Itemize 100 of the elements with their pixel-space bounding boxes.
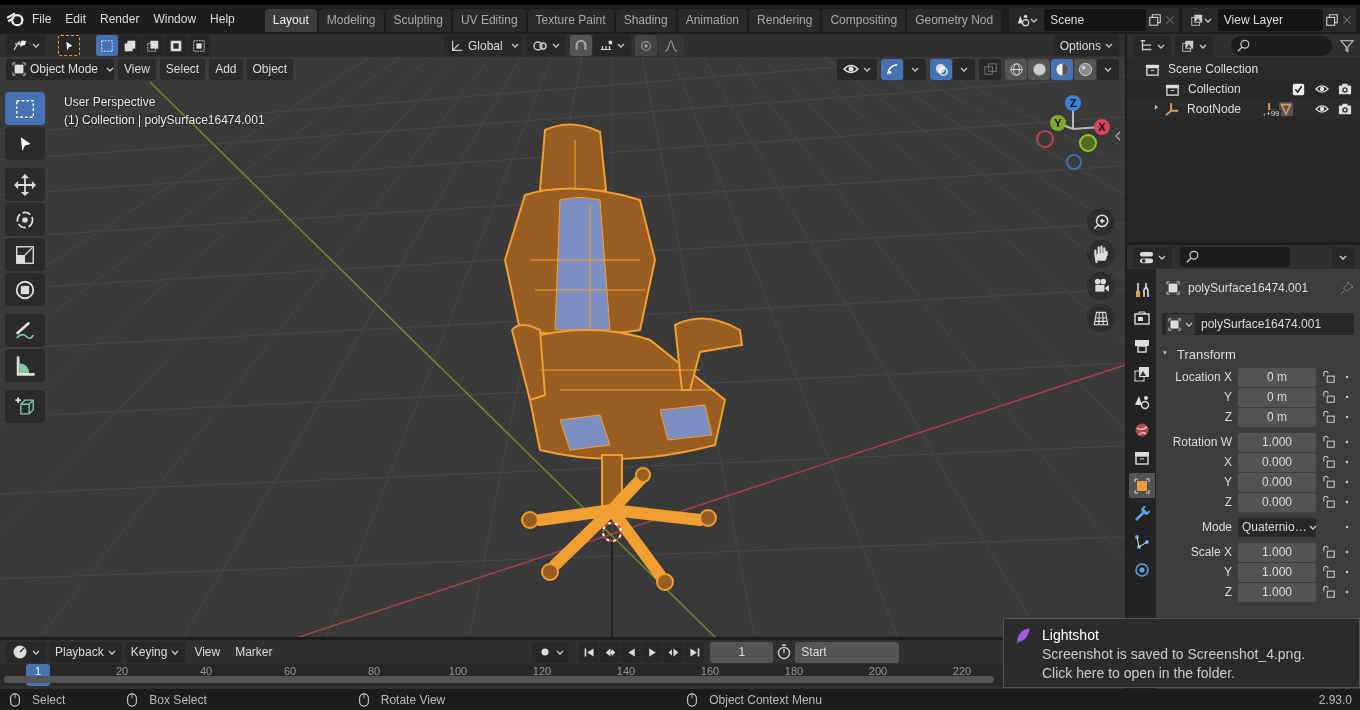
outliner-item[interactable]: Collection — [1188, 82, 1241, 96]
workspace-tab[interactable]: Layout — [264, 9, 317, 32]
scene-field[interactable]: Scene — [1044, 9, 1146, 31]
pan-button[interactable] — [1087, 240, 1115, 268]
selection-mode-button[interactable] — [119, 35, 141, 56]
tool-button[interactable] — [5, 314, 45, 347]
menu-item[interactable]: Object — [246, 58, 294, 80]
workspace-tab[interactable]: Compositing — [822, 9, 906, 32]
menu-item[interactable]: View — [188, 641, 227, 663]
playback-button[interactable] — [642, 641, 663, 663]
editor-type-button[interactable] — [6, 35, 46, 56]
selection-mode-button[interactable] — [142, 35, 164, 56]
playback-button[interactable] — [579, 641, 600, 663]
menu-item[interactable]: Edit — [59, 9, 93, 29]
overlays-toggle[interactable] — [930, 58, 952, 80]
playback-button[interactable] — [663, 641, 684, 663]
workspace-tab[interactable]: Rendering — [749, 9, 821, 32]
editor-type-button[interactable] — [1133, 246, 1172, 268]
object-browse-button[interactable] — [1166, 313, 1195, 335]
caret-icon — [552, 42, 560, 49]
tool-button[interactable] — [5, 238, 45, 271]
workspace-tab[interactable]: Geometry Nod — [907, 9, 1002, 32]
snap-toggle[interactable] — [570, 35, 592, 56]
snap-target-dropdown[interactable] — [593, 35, 631, 56]
current-frame-field[interactable]: 1 — [710, 641, 774, 663]
proportional-edit-toggle[interactable] — [635, 35, 657, 56]
shading-mode-button[interactable] — [1005, 58, 1027, 80]
notification-toast[interactable]: Lightshot Screenshot is saved to Screenshot_4.png. Click here to open in the folder. — [1003, 618, 1360, 688]
falloff-dropdown[interactable] — [658, 35, 684, 56]
tool-button[interactable] — [5, 390, 45, 423]
field-label: Location X — [1174, 370, 1232, 384]
visibility-dropdown[interactable] — [837, 58, 877, 80]
select-tool-button[interactable] — [58, 35, 80, 56]
search-field[interactable] — [1231, 36, 1332, 56]
options-dropdown[interactable]: Options — [1053, 35, 1119, 56]
search-field[interactable] — [1180, 247, 1290, 267]
menu-item[interactable]: File — [26, 9, 58, 29]
notification-text[interactable]: Click here to open in the folder. — [1042, 664, 1306, 683]
number-field[interactable]: 0.000 — [1238, 452, 1316, 472]
auto-keying-button[interactable] — [532, 641, 569, 663]
menu-item[interactable]: Window — [147, 9, 203, 29]
shading-mode-button[interactable] — [1028, 58, 1050, 80]
menu-item[interactable]: Help — [204, 9, 241, 29]
menu-item[interactable]: Keying — [124, 641, 186, 663]
workspace-tab[interactable]: Texture Paint — [527, 9, 614, 32]
playback-button[interactable] — [684, 641, 705, 663]
scrollbar[interactable] — [4, 676, 994, 684]
panel-title[interactable]: Transform — [1177, 346, 1236, 362]
display-mode-button[interactable] — [1133, 35, 1171, 57]
number-field[interactable]: 0.000 — [1238, 492, 1316, 512]
view-layer-field[interactable]: View Layer — [1217, 9, 1323, 31]
tool-button[interactable] — [5, 349, 45, 382]
workspace-tab[interactable]: UV Editing — [452, 9, 526, 32]
number-field[interactable]: 1.000 — [1238, 542, 1316, 562]
tool-button[interactable] — [5, 273, 45, 306]
menu-item[interactable]: Playback — [49, 641, 122, 663]
filter-mode-button[interactable] — [1175, 35, 1213, 57]
workspace-tab[interactable]: Modeling — [318, 9, 384, 32]
gizmo-toggle[interactable] — [881, 58, 903, 80]
shading-mode-button[interactable] — [1051, 58, 1073, 80]
workspace-tab[interactable]: Shading — [615, 9, 676, 32]
menu-item[interactable]: Marker — [229, 641, 279, 663]
number-field[interactable]: 0.000 — [1238, 472, 1316, 492]
orientation-dropdown[interactable]: Global — [444, 35, 522, 56]
selection-mode-button[interactable] — [165, 35, 187, 56]
pivot-dropdown[interactable] — [526, 35, 566, 56]
number-field[interactable]: 0 m — [1238, 407, 1316, 427]
start-frame-field[interactable]: Start — [795, 641, 899, 663]
tool-button[interactable] — [5, 127, 45, 160]
zoom-button[interactable] — [1087, 208, 1115, 236]
camera-view-button[interactable] — [1087, 272, 1115, 300]
outliner-item[interactable]: Scene Collection — [1168, 62, 1259, 76]
number-field[interactable]: 1.000 — [1238, 432, 1316, 452]
editor-type-button[interactable] — [6, 641, 46, 663]
tool-button[interactable] — [5, 168, 45, 201]
xray-toggle[interactable] — [979, 58, 1001, 80]
number-field[interactable]: 1.000 — [1238, 562, 1316, 582]
menu-item[interactable]: Render — [94, 9, 146, 29]
selection-mode-button[interactable] — [188, 35, 210, 56]
outliner-item[interactable]: RootNode — [1187, 102, 1242, 116]
view-layer-icon — [1189, 13, 1204, 27]
options-dropdown[interactable] — [1332, 246, 1354, 268]
menu-item[interactable]: View — [118, 58, 156, 80]
number-field[interactable]: 1.000 — [1238, 582, 1316, 602]
number-field[interactable]: 0 m — [1238, 367, 1316, 387]
properties-tab[interactable] — [1128, 473, 1155, 498]
shading-dropdown[interactable] — [1097, 58, 1119, 80]
menu-item[interactable]: Add — [209, 58, 243, 80]
menu-item[interactable]: Select — [159, 58, 206, 80]
notification-text[interactable]: Screenshot is saved to Screenshot_4.png. — [1042, 645, 1306, 664]
tool-button[interactable] — [5, 203, 45, 236]
workspace-tab[interactable]: Animation — [677, 9, 748, 32]
orthographic-toggle[interactable] — [1087, 304, 1115, 332]
number-field[interactable]: 0 m — [1238, 387, 1316, 407]
workspace-tab[interactable]: Sculpting — [385, 9, 451, 32]
playback-button[interactable] — [621, 641, 642, 663]
rotation-mode-dropdown[interactable]: Quaternio… — [1238, 517, 1316, 537]
shading-mode-button[interactable] — [1074, 58, 1096, 80]
playback-button[interactable] — [600, 641, 621, 663]
mode-dropdown[interactable]: Object Mode — [6, 58, 114, 80]
